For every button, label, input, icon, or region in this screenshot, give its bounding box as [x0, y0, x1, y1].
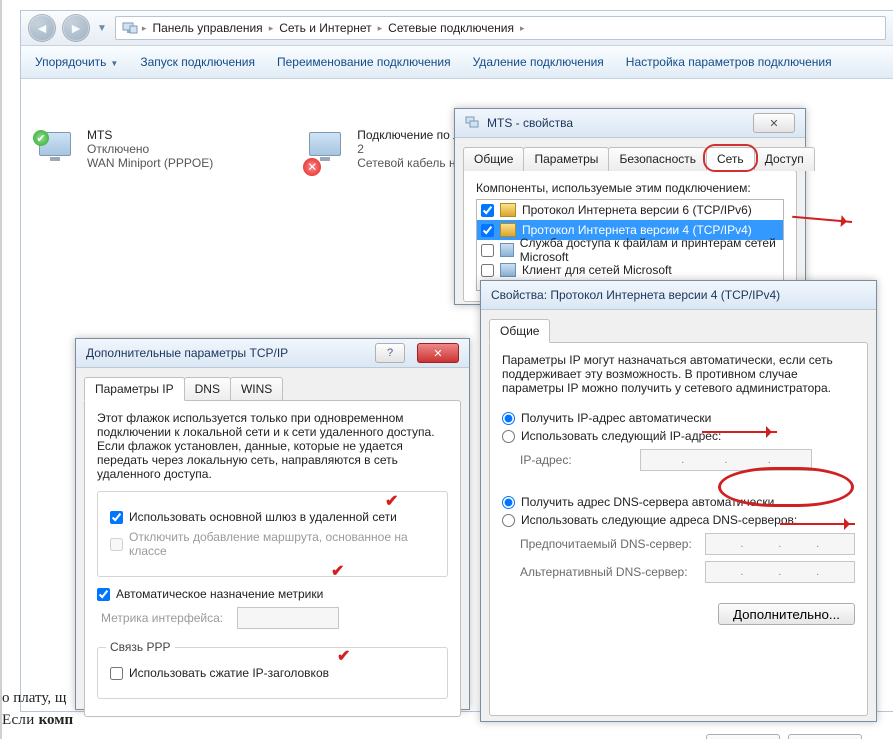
- dialog-titlebar: Дополнительные параметры TCP/IP ? ✕: [76, 339, 469, 368]
- network-icon: [465, 115, 479, 132]
- tab-general[interactable]: Общие: [463, 147, 524, 171]
- crumb-network-connections[interactable]: Сетевые подключения: [386, 21, 516, 35]
- nav-back-button[interactable]: ◄: [29, 15, 55, 41]
- chevron-right-icon: ▸: [378, 23, 383, 34]
- close-button[interactable]: ✕: [417, 343, 459, 363]
- metric-label: Метрика интерфейса:: [101, 611, 227, 625]
- check-icon: ✔: [33, 130, 49, 146]
- radio-use-ip[interactable]: Использовать следующий IP-адрес:: [502, 429, 855, 443]
- chevron-right-icon: ▸: [269, 23, 274, 34]
- background-document-text: о плату, щ Если Если компкомп: [2, 687, 73, 731]
- dialog-titlebar: MTS - свойства ✕: [455, 109, 805, 138]
- ipv4-description: Параметры IP могут назначаться автоматич…: [502, 353, 855, 395]
- protocol-icon: [500, 203, 516, 217]
- chevron-right-icon: ▸: [142, 23, 147, 34]
- dialog-title: Свойства: Протокол Интернета версии 4 (T…: [491, 288, 780, 302]
- tab-content: Этот флажок используется только при одно…: [84, 400, 461, 717]
- dialog-title: Дополнительные параметры TCP/IP: [86, 346, 288, 360]
- ppp-legend: Связь PPP: [106, 640, 175, 654]
- mts-properties-dialog: MTS - свойства ✕ Общие Параметры Безопас…: [454, 108, 806, 305]
- dialog-buttons: ОК Отмена: [481, 724, 876, 739]
- annotation-arrow: [780, 523, 855, 525]
- nav-forward-button[interactable]: ►: [63, 15, 89, 41]
- connection-status: Отключено: [87, 142, 213, 156]
- annotation-checkmark: ✔: [337, 646, 350, 666]
- help-button[interactable]: ?: [375, 343, 405, 363]
- ok-button[interactable]: ОК: [706, 734, 780, 739]
- radio-auto-ip[interactable]: Получить IP-адрес автоматически: [502, 411, 855, 425]
- dialog-title: MTS - свойства: [487, 116, 573, 130]
- network-icon: [122, 20, 138, 36]
- dialog-titlebar: Свойства: Протокол Интернета версии 4 (T…: [481, 281, 876, 310]
- ip-address-label: IP-адрес:: [520, 453, 630, 467]
- ppp-group: Связь PPP Использовать сжатие IP-заголов…: [97, 647, 448, 699]
- alt-dns-input: ...: [705, 561, 855, 583]
- preferred-dns-input: ...: [705, 533, 855, 555]
- components-list[interactable]: Протокол Интернета версии 6 (TCP/IPv6) П…: [476, 199, 784, 291]
- address-bar: ◄ ► ▼ ▸ Панель управления ▸ Сеть и Интер…: [21, 11, 893, 46]
- cb-auto-metric[interactable]: Автоматическое назначение метрики: [97, 587, 448, 601]
- checkbox[interactable]: [481, 204, 494, 217]
- connection-device: WAN Miniport (PPPOE): [87, 156, 213, 170]
- tab-parameters[interactable]: Параметры: [523, 147, 609, 171]
- close-button[interactable]: ✕: [753, 113, 795, 133]
- checkbox[interactable]: [481, 224, 494, 237]
- cmd-rename-connection[interactable]: Переименование подключения: [277, 55, 451, 69]
- checkbox[interactable]: [481, 264, 494, 277]
- cmd-start-connection[interactable]: Запуск подключения: [140, 55, 255, 69]
- nav-history-dropdown[interactable]: ▼: [97, 23, 107, 34]
- tabs: Общие Параметры Безопасность Сеть Доступ: [455, 138, 805, 170]
- tab-content: Параметры IP могут назначаться автоматич…: [489, 342, 868, 716]
- preferred-dns-label: Предпочитаемый DNS-сервер:: [520, 537, 695, 551]
- tab-wins[interactable]: WINS: [230, 377, 283, 401]
- cmd-delete-connection[interactable]: Удаление подключения: [473, 55, 604, 69]
- ipv4-properties-dialog: Свойства: Протокол Интернета версии 4 (T…: [480, 280, 877, 722]
- crumb-network-internet[interactable]: Сеть и Интернет: [277, 21, 373, 35]
- advanced-tcpip-dialog: Дополнительные параметры TCP/IP ? ✕ Пара…: [75, 338, 470, 710]
- cmd-connection-settings[interactable]: Настройка параметров подключения: [626, 55, 832, 69]
- chevron-right-icon: ▸: [520, 23, 525, 34]
- tab-dns[interactable]: DNS: [184, 377, 231, 401]
- connection-icon: ✕: [303, 130, 347, 168]
- tab-security[interactable]: Безопасность: [608, 147, 707, 171]
- annotation-arrow: [702, 431, 777, 433]
- error-icon: ✕: [303, 158, 321, 176]
- connection-icon: ✔: [33, 130, 77, 168]
- metric-input: [237, 607, 339, 629]
- connection-name: Подключение по л: [357, 128, 462, 142]
- crumb-control-panel[interactable]: Панель управления: [150, 21, 264, 35]
- advanced-button[interactable]: Дополнительно...: [718, 603, 855, 625]
- components-label: Компоненты, используемые этим подключени…: [476, 181, 784, 195]
- cb-remote-gateway[interactable]: Использовать основной шлюз в удаленной с…: [110, 510, 435, 524]
- adv-description: Этот флажок используется только при одно…: [97, 411, 448, 481]
- service-icon: [500, 243, 514, 257]
- list-item: Служба доступа к файлам и принтерам сете…: [477, 240, 783, 260]
- cb-ppp-compress[interactable]: Использовать сжатие IP-заголовков: [110, 666, 435, 680]
- tab-network[interactable]: Сеть: [706, 147, 755, 171]
- connection-item-lan[interactable]: ✕ Подключение по л 2 Сетевой кабель не: [303, 89, 462, 209]
- list-item: Протокол Интернета версии 6 (TCP/IPv6): [477, 200, 783, 220]
- tab-access[interactable]: Доступ: [754, 147, 815, 171]
- checkbox[interactable]: [481, 244, 494, 257]
- client-icon: [500, 263, 516, 277]
- annotation-checkmark: ✔: [331, 561, 344, 581]
- alt-dns-label: Альтернативный DNS-сервер:: [520, 565, 695, 579]
- tab-general[interactable]: Общие: [489, 319, 550, 343]
- tab-ip-params[interactable]: Параметры IP: [84, 377, 185, 401]
- connection-status: 2: [357, 142, 462, 156]
- annotation-circle: [718, 467, 854, 507]
- annotation-checkmark: ✔: [385, 491, 398, 511]
- protocol-icon: [500, 223, 516, 237]
- connection-name: MTS: [87, 128, 213, 142]
- cancel-button[interactable]: Отмена: [788, 734, 862, 739]
- connection-item-mts[interactable]: ✔ MTS Отключено WAN Miniport (PPPOE): [33, 89, 213, 209]
- connection-device: Сетевой кабель не: [357, 156, 462, 170]
- command-bar: Упорядочить▼ Запуск подключения Переимен…: [21, 46, 893, 79]
- cb-disable-class-route: Отключить добавление маршрута, основанно…: [110, 530, 435, 558]
- breadcrumb[interactable]: ▸ Панель управления ▸ Сеть и Интернет ▸ …: [115, 16, 886, 40]
- cmd-organize[interactable]: Упорядочить▼: [35, 55, 118, 69]
